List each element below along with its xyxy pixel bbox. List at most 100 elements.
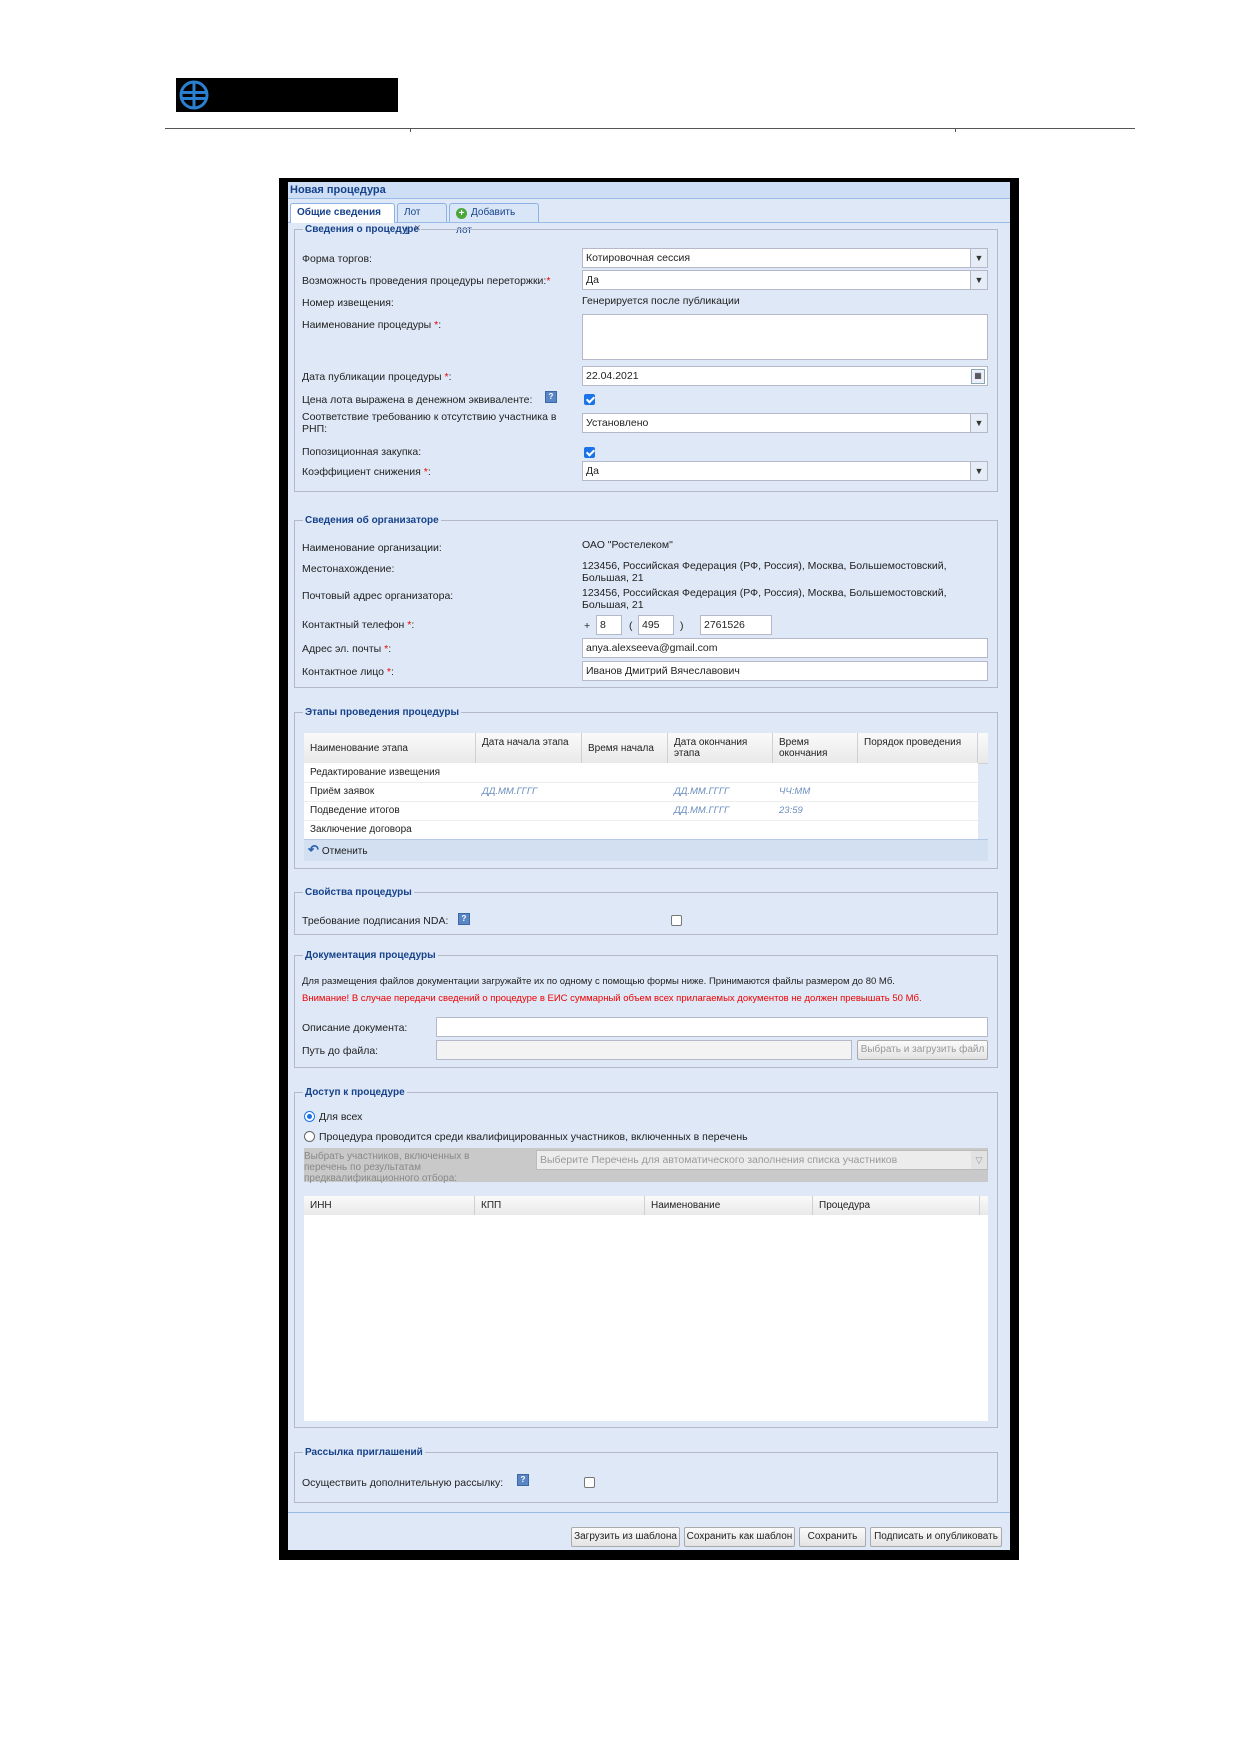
load-template-button[interactable]: Загрузить из шаблона bbox=[571, 1527, 680, 1547]
phone-code-input[interactable]: 495 bbox=[638, 615, 674, 635]
document-description-input[interactable] bbox=[436, 1017, 988, 1037]
location-label: Местонахождение: bbox=[302, 563, 395, 575]
trade-form-select[interactable]: Котировочная сессия ▼ bbox=[582, 248, 988, 268]
label-text: Наименование процедуры bbox=[302, 319, 432, 331]
chevron-down-icon[interactable]: ▽ bbox=[971, 1151, 987, 1169]
column-header[interactable]: Время окончания bbox=[773, 733, 858, 763]
phone-number-input[interactable]: 2761526 bbox=[700, 615, 772, 635]
sign-publish-button[interactable]: Подписать и опубликовать bbox=[870, 1527, 1002, 1547]
nda-label: Требование подписания NDA: bbox=[302, 915, 449, 927]
help-icon[interactable]: ? bbox=[545, 391, 557, 403]
save-button[interactable]: Сохранить bbox=[799, 1527, 866, 1547]
contact-person-input[interactable]: Иванов Дмитрий Вячеславович bbox=[582, 661, 988, 681]
label-text: Адрес эл. почты bbox=[302, 643, 382, 655]
access-all-radio[interactable] bbox=[304, 1111, 315, 1122]
section-legend: Доступ к процедуре bbox=[305, 1087, 405, 1098]
chevron-down-icon[interactable]: ▼ bbox=[970, 271, 987, 289]
phone-country-input[interactable]: 8 bbox=[596, 615, 622, 635]
desc-label: Описание документа: bbox=[302, 1022, 408, 1034]
chevron-down-icon[interactable]: ▼ bbox=[970, 249, 987, 267]
company-logo-icon bbox=[176, 78, 212, 112]
new-procedure-window: Новая процедура Общие сведения Лот 1 ✕ + Д… bbox=[288, 182, 1010, 1550]
column-header[interactable]: Наименование bbox=[645, 1196, 813, 1215]
email-input[interactable]: anya.alexseeva@gmail.com bbox=[582, 638, 988, 658]
price-equivalent-checkbox[interactable] bbox=[584, 394, 595, 405]
procedure-name-textarea[interactable] bbox=[582, 314, 988, 360]
select-value: Котировочная сессия bbox=[586, 252, 691, 264]
label-line: перечень по результатам bbox=[304, 1162, 421, 1173]
label-text: Контактное лицо bbox=[302, 666, 384, 678]
column-header[interactable]: Наименование этапа bbox=[304, 733, 476, 763]
file-path-input[interactable] bbox=[436, 1040, 852, 1060]
end-time-cell[interactable]: ЧЧ:ММ bbox=[779, 782, 810, 801]
help-icon[interactable]: ? bbox=[517, 1474, 529, 1486]
stages-grid-body: Редактирование извещения Приём заявок ДД… bbox=[304, 763, 978, 840]
properties-section: Свойства процедуры bbox=[294, 887, 998, 935]
section-legend: Этапы проведения процедуры bbox=[305, 707, 459, 718]
select-value: Да bbox=[586, 274, 599, 286]
location-line-1: 123456, Российская Федерация (РФ, Россия… bbox=[582, 560, 947, 572]
column-header[interactable]: Время начала bbox=[582, 733, 668, 763]
tab-lot-1[interactable]: Лот 1 ✕ bbox=[397, 203, 447, 237]
button-label: Отменить bbox=[321, 846, 368, 857]
label-text: Дата публикации процедуры bbox=[302, 371, 442, 383]
nda-checkbox[interactable] bbox=[671, 915, 682, 926]
extra-mailing-checkbox[interactable] bbox=[584, 1477, 595, 1488]
reduction-coef-select[interactable]: Да ▼ bbox=[582, 461, 988, 481]
section-legend: Сведения об организаторе bbox=[305, 515, 439, 526]
label-line: предквалификационного отбора: bbox=[304, 1173, 458, 1184]
tab-label: Общие сведения bbox=[297, 207, 381, 218]
section-legend: Рассылка приглашений bbox=[305, 1447, 423, 1458]
rnp-select[interactable]: Установлено ▼ bbox=[582, 413, 988, 433]
table-row[interactable]: Подведение итогов ДД.ММ.ГГГГ 23:59 bbox=[304, 801, 978, 821]
tab-add-lot[interactable]: + Добавить лот bbox=[449, 203, 539, 236]
start-date-cell[interactable]: ДД.ММ.ГГГГ bbox=[482, 782, 537, 801]
stages-grid-header: Наименование этапа Дата начала этапа Вре… bbox=[304, 733, 988, 764]
email-label: Адрес эл. почты *: bbox=[302, 643, 392, 655]
table-row[interactable]: Редактирование извещения bbox=[304, 763, 978, 783]
column-header[interactable]: Процедура bbox=[813, 1196, 980, 1215]
path-label: Путь до файла: bbox=[302, 1045, 379, 1057]
table-row[interactable]: Приём заявок ДД.ММ.ГГГГ ДД.ММ.ГГГГ ЧЧ:ММ bbox=[304, 782, 978, 802]
end-date-cell[interactable]: ДД.ММ.ГГГГ bbox=[674, 782, 729, 801]
calendar-icon[interactable]: ▦ bbox=[971, 369, 985, 384]
stage-name: Подведение итогов bbox=[310, 805, 400, 816]
notice-label: Номер извещения: bbox=[302, 297, 394, 309]
header-divider bbox=[165, 128, 1135, 132]
positional-purchase-checkbox[interactable] bbox=[584, 447, 595, 458]
access-all-label: Для всех bbox=[319, 1111, 363, 1123]
label-text: Контактный телефон bbox=[302, 619, 405, 631]
phone-open-paren: ( bbox=[629, 620, 633, 632]
label-line: Выбрать участников, включенных в bbox=[304, 1151, 470, 1162]
column-header[interactable]: ИНН bbox=[304, 1196, 475, 1215]
help-icon[interactable]: ? bbox=[458, 913, 470, 925]
access-qualified-radio[interactable] bbox=[304, 1131, 315, 1142]
end-date-cell[interactable]: ДД.ММ.ГГГГ bbox=[674, 801, 729, 820]
column-header[interactable]: Дата окончания этапа bbox=[668, 733, 773, 763]
column-header[interactable]: КПП bbox=[475, 1196, 645, 1215]
save-template-button[interactable]: Сохранить как шаблон bbox=[684, 1527, 795, 1547]
postal-label: Почтовый адрес организатора: bbox=[302, 590, 454, 602]
notice-value: Генерируется после публикации bbox=[582, 295, 740, 307]
rnp-label: Соответствие требованию к отсутствию уча… bbox=[302, 411, 557, 435]
chevron-down-icon[interactable]: ▼ bbox=[970, 414, 987, 432]
postal-line-2: Большая, 21 bbox=[582, 599, 644, 611]
chevron-down-icon[interactable]: ▼ bbox=[970, 462, 987, 480]
phone-plus: + bbox=[584, 620, 591, 632]
participants-grid-body bbox=[304, 1215, 988, 1421]
upload-file-button[interactable]: Выбрать и загрузить файл bbox=[857, 1040, 988, 1060]
rebid-select[interactable]: Да ▼ bbox=[582, 270, 988, 290]
prequal-list-select[interactable]: Выберите Перечень для автоматического за… bbox=[536, 1150, 988, 1170]
cancel-button[interactable]: ↶ Отменить bbox=[308, 842, 368, 860]
end-time-cell[interactable]: 23:59 bbox=[779, 801, 803, 820]
tab-general-info[interactable]: Общие сведения bbox=[290, 203, 395, 223]
access-qualified-label: Процедура проводится среди квалифицирова… bbox=[319, 1131, 748, 1143]
publication-date-input[interactable]: 22.04.2021 ▦ bbox=[582, 366, 988, 386]
column-header[interactable]: Дата начала этапа bbox=[476, 733, 582, 763]
documentation-warning: Внимание! В случае передачи сведений о п… bbox=[302, 993, 922, 1004]
stages-toolbar: ↶ Отменить bbox=[304, 839, 988, 861]
table-row[interactable]: Заключение договора bbox=[304, 820, 978, 840]
window-title: Новая процедура bbox=[288, 182, 1010, 199]
location-line-2: Большая, 21 bbox=[582, 572, 644, 584]
column-header[interactable]: Порядок проведения bbox=[858, 733, 978, 763]
